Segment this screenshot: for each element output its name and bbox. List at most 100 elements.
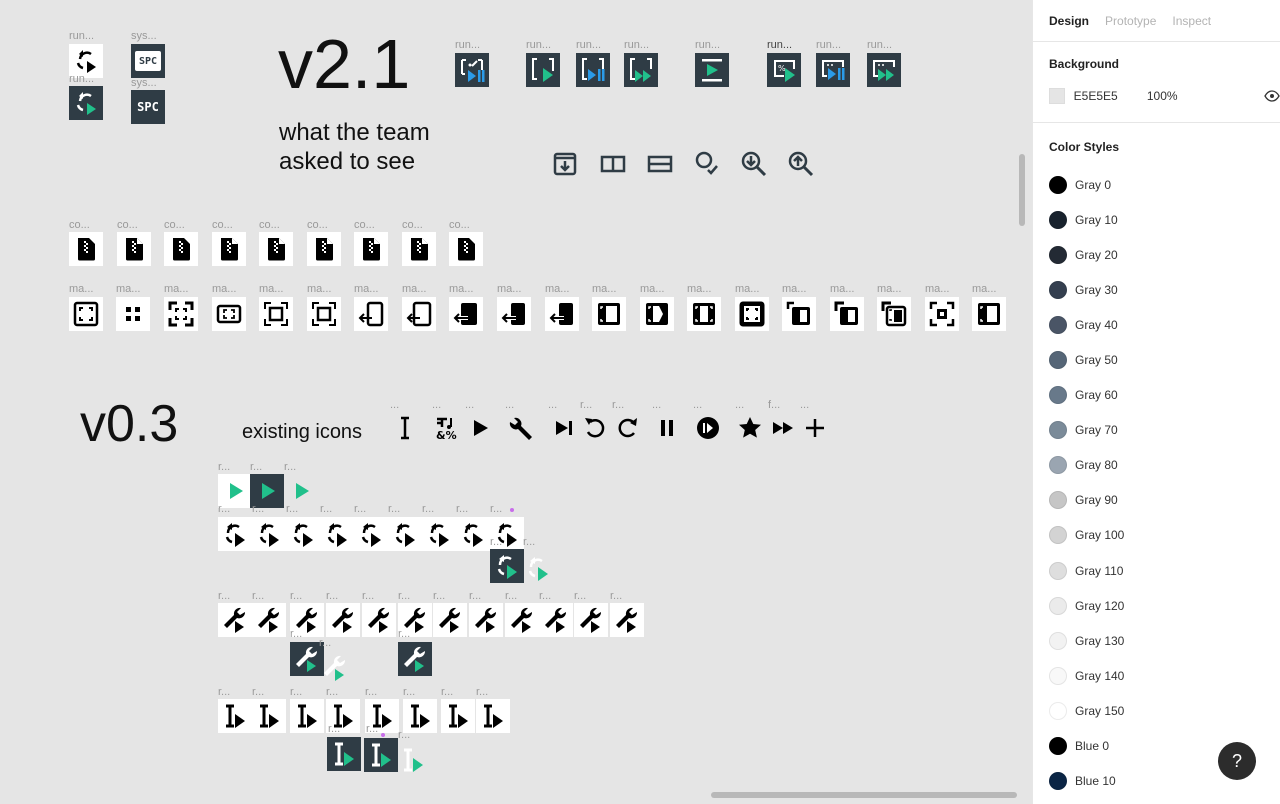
compressed-file-icon[interactable] [117, 232, 151, 266]
pause-icon[interactable] [650, 411, 684, 445]
redo-icon[interactable] [610, 411, 644, 445]
background-hex-value[interactable]: E5E5E5 [1074, 89, 1147, 103]
cursor-run-icon[interactable] [290, 699, 324, 733]
cursor-run-dark-icon[interactable] [327, 737, 361, 771]
color-style-item[interactable]: Gray 10 [1033, 202, 1280, 237]
maximize-icon[interactable] [972, 297, 1006, 331]
split-horizontal-icon[interactable] [643, 147, 677, 181]
text-symbols-icon[interactable]: &% [430, 411, 464, 445]
compressed-file-icon[interactable] [69, 232, 103, 266]
sync-run-icon[interactable] [456, 517, 490, 551]
maximize-icon[interactable] [592, 297, 626, 331]
maximize-icon[interactable] [449, 297, 483, 331]
maximize-icon[interactable] [307, 297, 341, 331]
maximize-icon[interactable] [687, 297, 721, 331]
star-icon[interactable] [733, 411, 767, 445]
color-style-item[interactable]: Gray 80 [1033, 448, 1280, 483]
design-canvas[interactable]: run... run... sys... SPC sys... SPC v2.1… [0, 0, 1032, 804]
run-edit-pause-icon[interactable] [455, 53, 489, 87]
tab-prototype[interactable]: Prototype [1105, 14, 1156, 28]
sync-run-icon[interactable] [388, 517, 422, 551]
maximize-icon[interactable] [925, 297, 959, 331]
color-style-item[interactable]: Gray 150 [1033, 693, 1280, 728]
wrench-run-icon[interactable] [469, 603, 503, 637]
maximize-icon[interactable] [640, 297, 674, 331]
zoom-upload-icon[interactable] [784, 147, 818, 181]
split-vertical-icon[interactable] [596, 147, 630, 181]
run-window-pause-icon[interactable] [816, 53, 850, 87]
wrench-run-icon[interactable] [539, 603, 573, 637]
cursor-run-icon[interactable] [218, 699, 252, 733]
background-fill-row[interactable]: E5E5E5 100% [1033, 80, 1280, 112]
run-frame-fast-icon[interactable] [624, 53, 658, 87]
compressed-file-icon[interactable] [259, 232, 293, 266]
sync-run-icon[interactable] [354, 517, 388, 551]
plus-icon[interactable] [798, 411, 832, 445]
compressed-file-icon[interactable] [212, 232, 246, 266]
undo-icon[interactable] [578, 411, 612, 445]
compressed-file-icon[interactable] [164, 232, 198, 266]
color-style-item[interactable]: Gray 100 [1033, 518, 1280, 553]
color-style-item[interactable]: Gray 130 [1033, 623, 1280, 658]
maximize-icon[interactable] [164, 297, 198, 331]
color-style-item[interactable]: Gray 140 [1033, 658, 1280, 693]
sync-run-dark-icon[interactable] [490, 549, 524, 583]
maximize-icon[interactable] [877, 297, 911, 331]
compressed-file-icon[interactable] [307, 232, 341, 266]
sync-run-icon[interactable] [422, 517, 456, 551]
download-frame-icon[interactable] [548, 147, 582, 181]
sync-run-icon[interactable] [252, 517, 286, 551]
wrench-icon[interactable] [503, 411, 537, 445]
wrench-run-dark-icon[interactable] [398, 642, 432, 676]
eye-icon[interactable] [1264, 90, 1280, 102]
color-style-item[interactable]: Gray 0 [1033, 167, 1280, 202]
wrench-run-icon[interactable] [326, 603, 360, 637]
maximize-icon[interactable] [116, 297, 150, 331]
spc-key-dark-icon[interactable]: SPC [131, 90, 165, 124]
cursor-run-dark-icon[interactable] [364, 738, 398, 772]
run-window-fast-icon[interactable] [867, 53, 901, 87]
color-style-item[interactable]: Gray 20 [1033, 237, 1280, 272]
maximize-icon[interactable] [545, 297, 579, 331]
cursor-run-icon[interactable] [403, 699, 437, 733]
tab-inspect[interactable]: Inspect [1172, 14, 1211, 28]
run-percent-icon[interactable]: % [767, 53, 801, 87]
maximize-icon[interactable] [497, 297, 531, 331]
run-frame-icon[interactable] [526, 53, 560, 87]
color-style-item[interactable]: Gray 90 [1033, 483, 1280, 518]
cursor-run-icon[interactable] [252, 699, 286, 733]
wrench-run-light-icon[interactable] [318, 651, 352, 685]
sync-run-icon[interactable] [286, 517, 320, 551]
maximize-icon[interactable] [354, 297, 388, 331]
help-button[interactable]: ? [1218, 742, 1256, 780]
sync-run-icon[interactable] [218, 517, 252, 551]
maximize-icon[interactable] [212, 297, 246, 331]
color-style-item[interactable]: Gray 120 [1033, 588, 1280, 623]
text-cursor-icon[interactable] [388, 411, 422, 445]
maximize-icon[interactable] [782, 297, 816, 331]
run-frame-pause-icon[interactable] [576, 53, 610, 87]
cursor-run-icon[interactable] [441, 699, 475, 733]
maximize-icon[interactable] [259, 297, 293, 331]
wrench-run-icon[interactable] [574, 603, 608, 637]
sync-run-light-icon[interactable] [521, 551, 555, 585]
run-step-icon[interactable] [695, 53, 729, 87]
compressed-file-icon[interactable] [354, 232, 388, 266]
background-opacity-value[interactable]: 100% [1147, 89, 1264, 103]
color-style-item[interactable]: Gray 110 [1033, 553, 1280, 588]
skip-forward-icon[interactable] [546, 411, 580, 445]
color-style-item[interactable]: Gray 40 [1033, 307, 1280, 342]
sync-run-dark-icon[interactable] [69, 86, 103, 120]
vertical-scrollbar[interactable] [1019, 154, 1025, 226]
background-swatch[interactable] [1049, 88, 1065, 104]
wrench-run-icon[interactable] [252, 603, 286, 637]
maximize-icon[interactable] [69, 297, 103, 331]
tab-design[interactable]: Design [1049, 14, 1089, 28]
spc-key-icon[interactable]: SPC [131, 44, 165, 78]
play-circle-icon[interactable] [691, 411, 725, 445]
sync-run-icon[interactable] [320, 517, 354, 551]
color-style-item[interactable]: Gray 30 [1033, 272, 1280, 307]
compressed-file-icon[interactable] [449, 232, 483, 266]
wrench-run-icon[interactable] [505, 603, 539, 637]
color-style-item[interactable]: Gray 50 [1033, 342, 1280, 377]
